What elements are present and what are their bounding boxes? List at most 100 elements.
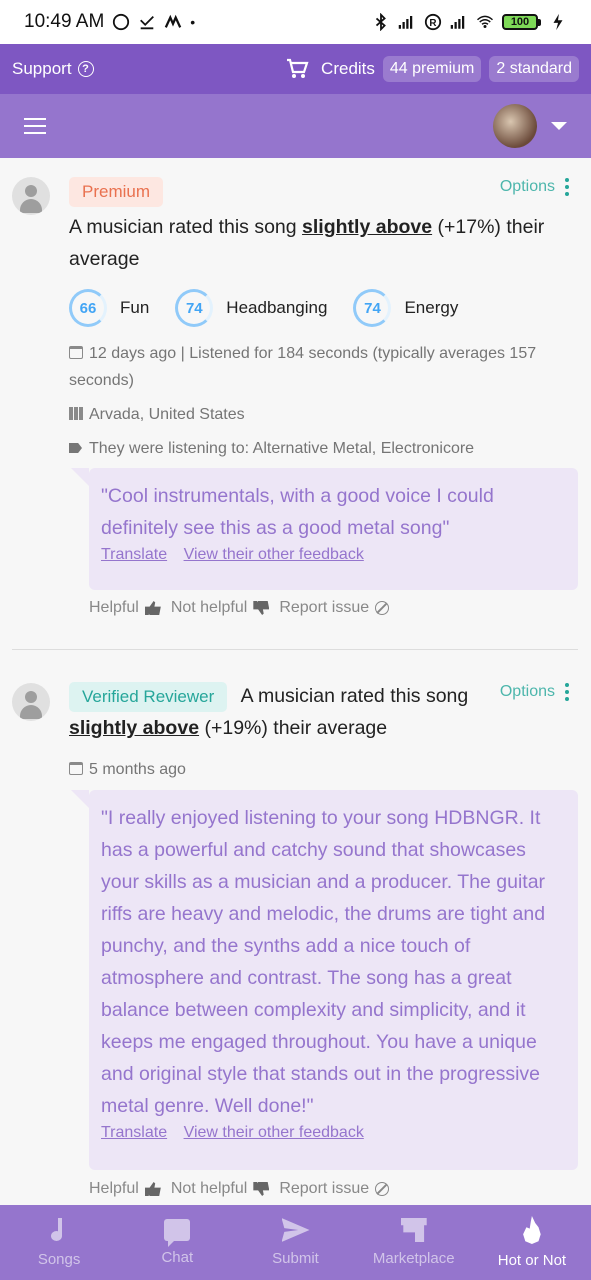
rating-list: 66 Fun 74 Headbanging 74 Energy [69,289,484,327]
reviewer-location: Arvada, United States [89,406,245,423]
cart-icon[interactable] [285,57,309,81]
verified-reviewer-badge: Verified Reviewer [69,682,228,712]
block-icon[interactable] [375,1182,390,1196]
clock: 10:49 AM [24,11,105,32]
send-icon [281,1218,310,1242]
credits-label: Credits [321,59,375,78]
helpful-button[interactable]: Helpful [89,599,139,617]
standard-credits-chip[interactable]: 2 standard [489,56,579,82]
bottom-navigation: Songs Chat Submit Marketplace Hot or Not [0,1205,591,1280]
nav-songs-label: Songs [37,1251,81,1268]
thumb-up-icon[interactable] [144,601,161,615]
premium-credits-chip[interactable]: 44 premium [382,56,482,82]
thumb-down-icon[interactable] [253,601,269,615]
options-label: Options [499,683,555,700]
fun-score: 66 [69,289,107,327]
other-feedback-link[interactable]: View their other feedback [184,546,364,563]
nav-marketplace-label: Marketplace [372,1250,455,1267]
nav-submit[interactable]: Submit [236,1205,354,1280]
options-button[interactable]: Options [500,683,569,701]
premium-badge: Premium [69,177,164,207]
building-icon [69,407,83,420]
chevron-down-icon[interactable] [551,122,567,130]
review-meta: 12 days ago | Listened for 184 seconds (… [69,340,579,394]
charging-icon [553,13,563,31]
energy-label: Energy [404,298,459,317]
feedback-actions: Helpful Not helpful Report issue [89,1180,390,1198]
headline-suffix: (+19%) their average [204,717,388,739]
fun-label: Fun [120,298,150,317]
battery-indicator: 100 [502,14,541,30]
translate-link[interactable]: Translate [101,1124,167,1141]
nav-chat-label: Chat [161,1249,194,1266]
headbanging-score: 74 [175,289,214,327]
headline-emphasis: slightly above [69,717,200,739]
music-note-icon [46,1217,72,1243]
svg-text:R: R [429,18,436,29]
profile-avatar[interactable] [493,104,537,148]
roaming-icon: R [424,13,442,31]
signal-icon-2 [450,16,465,29]
reviewer-avatar [12,683,50,721]
listening-genres: They were listening to: Alternative Meta… [89,440,475,457]
check-download-icon [140,15,155,30]
whatsapp-icon [113,13,130,31]
feedback-list: Premium Options A musician rated this so… [0,158,591,1205]
not-helpful-button[interactable]: Not helpful [171,1180,248,1198]
review-meta: 5 months ago [69,756,186,783]
helpful-button[interactable]: Helpful [89,1180,139,1198]
support-label: Support [12,59,72,78]
thumb-up-icon[interactable] [144,1182,161,1196]
not-helpful-button[interactable]: Not helpful [171,599,248,617]
reviewer-avatar [12,177,50,215]
options-button[interactable]: Options [500,178,569,196]
chat-icon [164,1219,191,1247]
wifi-icon [476,15,494,28]
report-issue-button[interactable]: Report issue [279,599,369,617]
help-circle-icon: ? [77,61,94,77]
nav-submit-label: Submit [272,1250,319,1267]
block-icon[interactable] [375,601,390,615]
calendar-icon [69,346,83,359]
m-logo-icon [165,14,182,28]
support-link[interactable]: Support ? [12,59,94,79]
nav-hot-or-not-label: Hot or Not [497,1252,567,1269]
dot-icon: • [190,14,196,30]
nav-marketplace[interactable]: Marketplace [355,1205,473,1280]
nav-hot-or-not[interactable]: Hot or Not [473,1205,591,1280]
review-date: 5 months ago [89,761,186,778]
tag-icon [69,443,82,453]
genres-row: They were listening to: Alternative Meta… [69,435,474,462]
headline-prefix: A musician rated this song [69,216,297,238]
nav-chat[interactable]: Chat [118,1205,236,1280]
other-feedback-link[interactable]: View their other feedback [184,1124,364,1141]
energy-score: 74 [353,289,392,327]
thumb-down-icon[interactable] [253,1182,269,1196]
review-card: Premium Options A musician rated this so… [0,158,591,653]
more-vert-icon [565,683,569,701]
translate-link[interactable]: Translate [101,546,167,563]
status-bar: 10:49 AM • R 100 [0,0,591,44]
hamburger-menu-icon[interactable] [24,118,46,134]
battery-level: 100 [502,14,538,30]
feedback-quote: "Cool instrumentals, with a good voice I… [71,468,578,590]
divider [12,649,578,650]
location-row: Arvada, United States [69,401,245,428]
options-label: Options [499,178,555,195]
feedback-quote: "I really enjoyed listening to your song… [71,790,578,1170]
review-headline: A musician rated this song slightly abov… [69,211,569,275]
more-vert-icon [565,178,569,196]
review-headline: Verified Reviewer A musician rated this … [69,680,499,744]
headline-prefix: A musician rated this song [240,685,469,707]
review-card: Verified Reviewer A musician rated this … [0,668,591,1205]
feedback-actions: Helpful Not helpful Report issue [89,599,390,617]
feedback-text: "I really enjoyed listening to your song… [101,807,546,1117]
headbanging-label: Headbanging [226,298,328,317]
store-icon [400,1218,427,1242]
app-bar [0,94,591,158]
report-issue-button[interactable]: Report issue [279,1180,369,1198]
headline-emphasis: slightly above [302,216,433,238]
nav-songs[interactable]: Songs [0,1205,118,1280]
feedback-text: "Cool instrumentals, with a good voice I… [101,485,494,539]
bluetooth-icon [375,13,386,31]
